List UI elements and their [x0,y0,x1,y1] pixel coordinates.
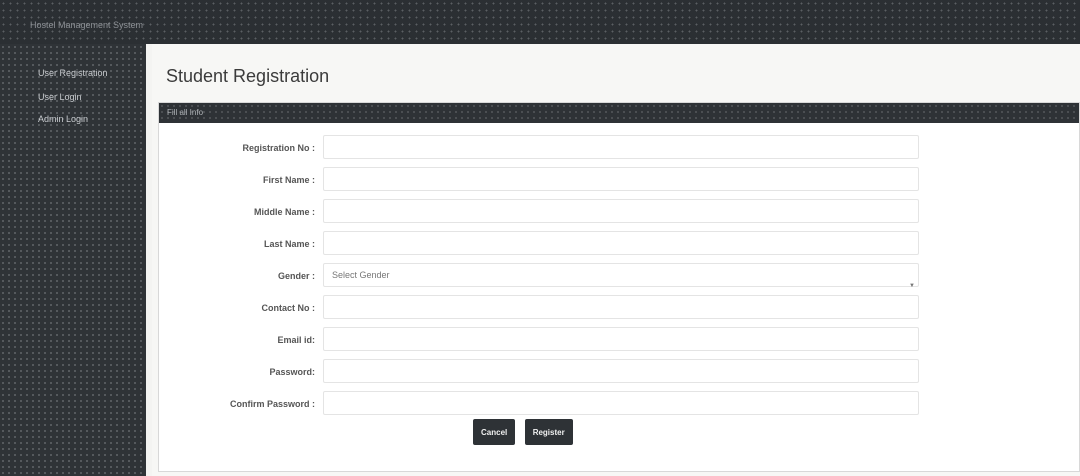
last-name-label: Last Name : [263,239,315,249]
password-label: Password: [269,367,315,377]
sidebar-item-user-login[interactable]: User Login [38,92,82,102]
contact-no-label: Contact No : [261,303,316,313]
page-title: Student Registration [166,66,330,86]
cancel-button[interactable]: Cancel [473,419,516,445]
first-name-label: First Name : [262,175,315,185]
last-name-row: Last Name : [159,231,1079,259]
first-name-row: First Name : [159,167,1079,195]
middle-name-row: Middle Name : [159,199,1079,227]
contact-no-row: Contact No : [159,295,1079,323]
panel-header-text: Fill all Info [167,108,204,117]
middle-name-label: Middle Name : [253,207,315,217]
gender-label: Gender : [277,271,315,281]
password-input[interactable] [323,359,919,383]
registration-no-label: Registration No : [242,143,315,153]
gender-row: Gender : Select Gender ▼ [159,263,1079,291]
registration-no-row: Registration No : [159,135,1079,163]
password-row: Password: [159,359,1079,387]
first-name-input[interactable] [323,167,919,191]
gender-select[interactable]: Select Gender [323,263,919,287]
top-bar: Hostel Management System [0,0,1080,44]
email-row: Email id: [159,327,1079,355]
registration-panel: Fill all Info Registration No : First Na… [158,102,1080,472]
confirm-password-row: Confirm Password : [159,391,1079,419]
registration-no-input[interactable] [323,135,919,159]
middle-name-input[interactable] [323,199,919,223]
panel-header: Fill all Info [159,103,1079,123]
confirm-password-label: Confirm Password : [229,399,315,409]
email-label: Email id: [277,335,315,345]
contact-no-input[interactable] [323,295,919,319]
sidebar-item-admin-login[interactable]: Admin Login [38,114,88,124]
last-name-input[interactable] [323,231,919,255]
register-button[interactable]: Register [524,419,573,445]
caret-down-icon: ▼ [909,283,915,289]
sidebar: User Registration User Login Admin Login [0,44,146,476]
app-title: Hostel Management System [30,20,144,30]
confirm-password-input[interactable] [323,391,919,415]
sidebar-item-user-registration[interactable]: User Registration [38,68,108,78]
main-content: Student Registration Fill all Info Regis… [152,44,1080,476]
email-input[interactable] [323,327,919,351]
form-actions: Cancel Register [473,419,578,445]
